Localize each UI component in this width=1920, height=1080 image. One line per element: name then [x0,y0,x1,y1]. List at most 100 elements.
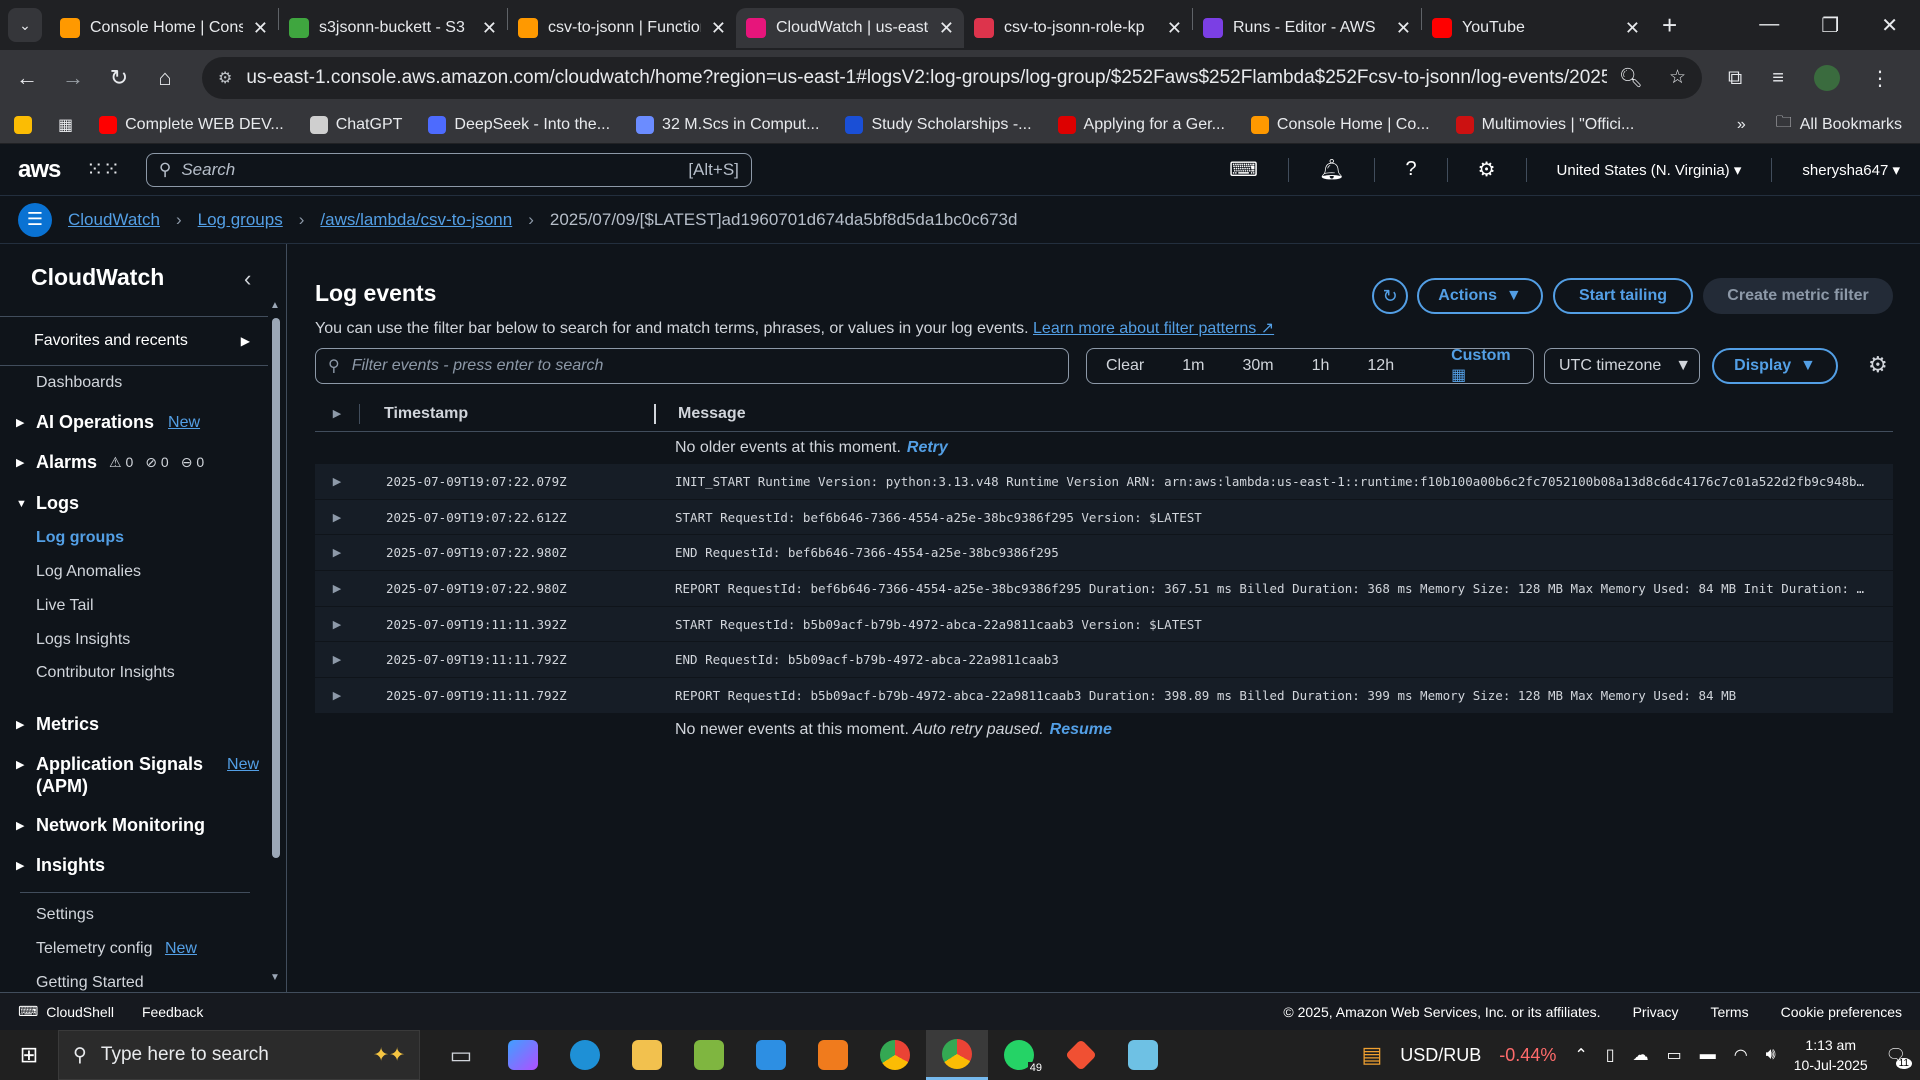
expand-all-icon[interactable]: ▶ [315,407,359,420]
browser-tab[interactable]: csv-to-jsonn | Functions ✕ [508,8,736,48]
git-icon[interactable] [1050,1030,1112,1080]
new-badge[interactable]: New [227,756,259,774]
fx-label[interactable]: USD/RUB [1400,1045,1481,1066]
notifications-bell-icon[interactable]: 🔔︎ [1319,157,1344,182]
aws-logo[interactable]: aws [18,156,61,184]
sidebar-item-log-anomalies[interactable]: Log Anomalies [36,563,141,581]
bookmark-item[interactable]: DeepSeek - Into the... [428,115,610,134]
settings-gear-icon[interactable]: ⚙ [1478,157,1496,182]
close-window-icon[interactable]: ✕ [1881,13,1898,38]
close-tab-icon[interactable]: ✕ [482,18,497,39]
close-tab-icon[interactable]: ✕ [1625,18,1640,39]
bookmark-item[interactable]: Complete WEB DEV... [99,115,284,134]
column-header-message[interactable]: Message [656,405,746,423]
bookmark-item[interactable]: ChatGPT [309,115,402,134]
range-clear[interactable]: Clear [1087,357,1163,375]
media-icon[interactable]: ≡ [1772,67,1784,90]
browser-tab[interactable]: Console Home | Console ✕ [50,8,278,48]
tab-search-button[interactable]: ⌄ [8,8,42,42]
sidenav-scrollbar[interactable] [272,318,280,858]
wifi-icon[interactable]: ◠ [1734,1045,1748,1065]
browser-tab[interactable]: YouTube ✕ [1422,8,1650,48]
expand-row-icon[interactable]: ▶ [315,618,359,631]
close-tab-icon[interactable]: ✕ [1167,18,1182,39]
profile-avatar[interactable] [1813,65,1840,91]
display-icon[interactable]: ▭ [1667,1045,1682,1065]
volume-icon[interactable]: 🔊︎ [1766,1046,1776,1064]
expand-row-icon[interactable]: ▶ [315,511,359,524]
range-custom[interactable]: Custom ▦ [1413,347,1549,385]
sidebar-section-alarms[interactable]: ▶ Alarms ⚠ 0 ⊘ 0 ⊖ 0 [16,452,204,473]
table-row[interactable]: ▶ 2025-07-09T19:11:11.392Z START RequestId… [315,606,1893,643]
vscode-icon[interactable] [740,1030,802,1080]
copilot-icon[interactable] [492,1030,554,1080]
cloudshell-button[interactable]: ⌨ CloudShell [18,1003,114,1020]
breadcrumb-cloudwatch[interactable]: CloudWatch [68,210,160,230]
all-bookmarks-button[interactable]: 🗀 All Bookmarks [1776,111,1902,138]
breadcrumb-log-groups[interactable]: Log groups [198,210,283,230]
browser-tab[interactable]: csv-to-jsonn-role-kp ✕ [964,8,1192,48]
bookmark-star-icon[interactable]: ☆ [1669,66,1686,90]
sidebar-section-application-signals[interactable]: ▶ Application Signals New [16,754,259,775]
task-view-icon[interactable]: ▭ [430,1030,492,1080]
site-info-icon[interactable]: ⚙ [218,68,232,88]
filter-events-input[interactable]: ⚲ Filter events - press enter to search [315,348,1069,384]
forward-icon[interactable]: → [50,65,96,91]
sidebar-item-contributor-insights[interactable]: Contributor Insights [36,664,175,682]
display-button[interactable]: Display ▼ [1712,348,1838,384]
resume-link[interactable]: Resume [1050,721,1112,739]
apps-grid-icon[interactable]: ▦ [58,115,73,135]
browser-tab[interactable]: CloudWatch | us-east-1 ✕ [736,8,964,48]
sidebar-item-getting-started[interactable]: Getting Started [36,974,144,992]
table-row[interactable]: ▶ 2025-07-09T19:07:22.079Z INIT_START Runt… [315,464,1893,500]
timezone-select[interactable]: UTC timezone ▼ [1544,348,1700,384]
back-icon[interactable]: ← [4,65,50,91]
close-tab-icon[interactable]: ✕ [1396,18,1411,39]
terms-link[interactable]: Terms [1710,1004,1748,1020]
taskbar-search-input[interactable]: ⚲ Type here to search ✦✦ [58,1030,420,1080]
range-1h[interactable]: 1h [1293,357,1349,375]
more-bookmarks-icon[interactable]: » [1737,116,1746,134]
chevron-up-icon[interactable]: ⌃ [1574,1045,1587,1065]
close-tab-icon[interactable]: ✕ [253,18,268,39]
table-settings-gear-icon[interactable]: ⚙ [1868,352,1888,378]
sidebar-item-logs-insights[interactable]: Logs Insights [36,631,130,649]
close-tab-icon[interactable]: ✕ [711,18,726,39]
new-badge[interactable]: New [165,940,197,957]
zoom-icon[interactable]: 🔍︎ [1619,66,1643,90]
feedback-link[interactable]: Feedback [142,1004,203,1020]
expand-row-icon[interactable]: ▶ [315,582,359,595]
scroll-down-icon[interactable]: ▼ [270,972,280,983]
sidebar-item-live-tail[interactable]: Live Tail [36,597,94,615]
device-icon[interactable]: ▯ [1606,1045,1615,1065]
bookmark-folder-icon[interactable] [14,115,32,134]
create-metric-filter-button[interactable]: Create metric filter [1703,278,1893,314]
actions-button[interactable]: Actions ▼ [1417,278,1543,314]
table-row[interactable]: ▶ 2025-07-09T19:07:22.612Z START RequestId… [315,499,1893,536]
sidebar-section-ai-operations[interactable]: ▶ AI Operations New [16,412,200,433]
aws-search-input[interactable]: ⚲ Search [Alt+S] [145,152,752,187]
menu-toggle-icon[interactable]: ☰ [18,202,52,237]
expand-row-icon[interactable]: ▶ [315,653,359,666]
windows-start-icon[interactable]: ⊞ [0,1042,58,1068]
account-menu[interactable]: sherysha647 ▾ [1802,161,1900,179]
notepad-icon[interactable] [1112,1030,1174,1080]
restore-icon[interactable]: ❐ [1821,13,1839,38]
sidebar-item-settings[interactable]: Settings [36,906,94,924]
extensions-icon[interactable]: ⧉ [1728,67,1742,90]
expand-row-icon[interactable]: ▶ [315,475,359,488]
bookmark-item[interactable]: Console Home | Co... [1250,115,1430,134]
favorites-and-recents[interactable]: Favorites and recents ▶ [0,316,268,366]
snipping-app-icon[interactable] [678,1030,740,1080]
chrome-profile-icon[interactable] [926,1030,988,1080]
expand-row-icon[interactable]: ▶ [315,689,359,702]
sidebar-item-telemetry-config[interactable]: Telemetry config New [36,940,197,958]
home-icon[interactable]: ⌂ [142,65,188,91]
table-row[interactable]: ▶ 2025-07-09T19:07:22.980Z REPORT RequestI… [315,571,1893,607]
bookmark-item[interactable]: Applying for a Ger... [1057,115,1225,134]
whatsapp-icon[interactable]: 49 [988,1030,1050,1080]
scroll-up-icon[interactable]: ▲ [270,300,280,311]
expand-row-icon[interactable]: ▶ [315,546,359,559]
table-row[interactable]: ▶ 2025-07-09T19:11:11.792Z REPORT RequestI… [315,678,1893,714]
reload-icon[interactable]: ↻ [96,65,142,91]
